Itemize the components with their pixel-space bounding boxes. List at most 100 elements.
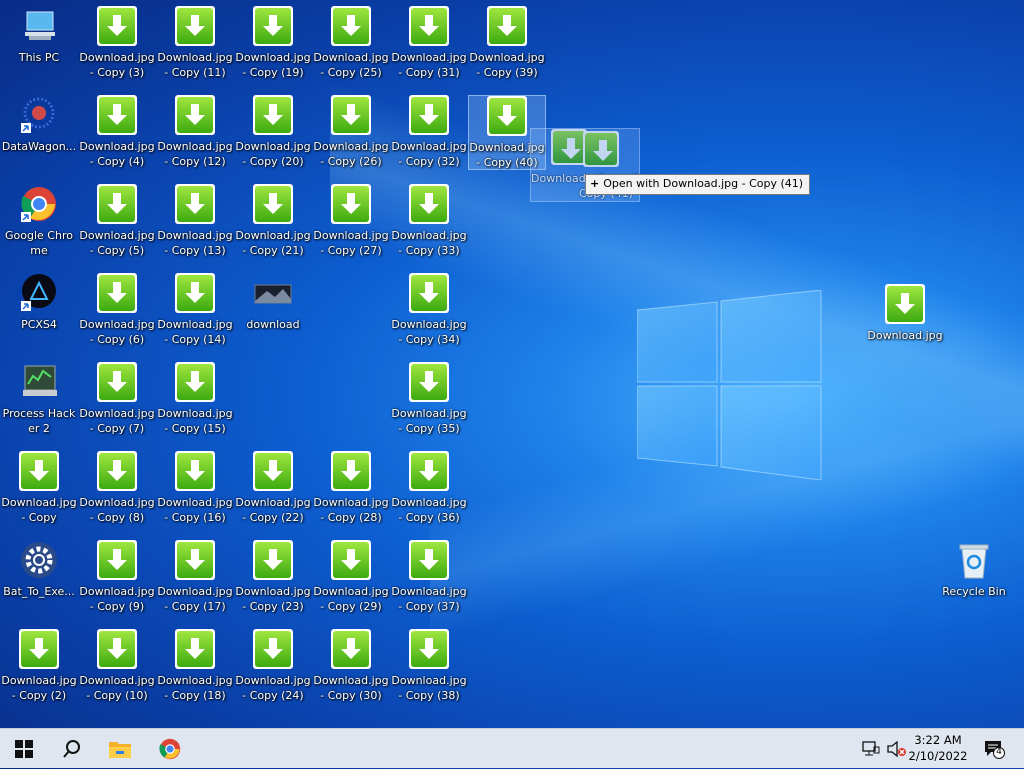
desktop-icon-label: Download.jpg - Copy (20)	[235, 140, 311, 168]
desktop-icon-download-image[interactable]: download	[234, 273, 312, 332]
desktop-icon-label: Download.jpg - Copy (11)	[157, 51, 233, 79]
desktop-icon-download-copy-4[interactable]: Download.jpg - Copy (4)	[78, 95, 156, 169]
desktop-icon-recycle-bin[interactable]: Recycle Bin	[935, 540, 1013, 599]
desktop-icon-label: Google Chrome	[5, 229, 73, 257]
desktop-icon-label: Download.jpg - Copy (34)	[391, 318, 467, 346]
desktop-icon-download-copy-15[interactable]: Download.jpg - Copy (15)	[156, 362, 234, 436]
desktop-icon-label: PCXS4	[21, 318, 57, 331]
desktop-icon-label: Download.jpg	[867, 329, 943, 342]
desktop[interactable]: This PC DataWagon... Google Chrome PCXS4…	[0, 0, 1024, 728]
desktop-icon-download-copy-19[interactable]: Download.jpg - Copy (19)	[234, 6, 312, 80]
chrome-taskbar-button[interactable]	[146, 729, 194, 769]
datawagon-icon	[19, 95, 59, 135]
process-hacker-icon	[19, 362, 59, 402]
download-file-icon	[331, 184, 371, 224]
desktop-icon-download-copy-23[interactable]: Download.jpg - Copy (23)	[234, 540, 312, 614]
download-file-icon	[331, 540, 371, 580]
desktop-icon-download-copy-34[interactable]: Download.jpg - Copy (34)	[390, 273, 468, 347]
desktop-icon-label: Download.jpg - Copy (9)	[79, 585, 155, 613]
download-file-icon	[253, 540, 293, 580]
desktop-icon-download-copy-38[interactable]: Download.jpg - Copy (38)	[390, 629, 468, 703]
taskbar: 3:22 AM 2/10/2022 4	[0, 728, 1024, 768]
desktop-icon-download-copy-3[interactable]: Download.jpg - Copy (3)	[78, 6, 156, 80]
desktop-icon-label: Download.jpg - Copy (25)	[313, 51, 389, 79]
desktop-icon-download-copy-27[interactable]: Download.jpg - Copy (27)	[312, 184, 390, 258]
desktop-icon-label: Download.jpg - Copy (3)	[79, 51, 155, 79]
desktop-icon-label: download	[246, 318, 300, 331]
desktop-icon-download-copy-39[interactable]: Download.jpg - Copy (39)	[468, 6, 546, 80]
desktop-icon-download-copy-29[interactable]: Download.jpg - Copy (29)	[312, 540, 390, 614]
desktop-icon-download-copy-20[interactable]: Download.jpg - Copy (20)	[234, 95, 312, 169]
desktop-icon-bat-to-exe[interactable]: Bat_To_Exe...	[0, 540, 78, 599]
wallpaper-windows-logo	[637, 290, 822, 480]
desktop-icon-download-copy-33[interactable]: Download.jpg - Copy (33)	[390, 184, 468, 258]
action-center-button[interactable]: 4	[978, 729, 1010, 769]
desktop-icon-download-copy-36[interactable]: Download.jpg - Copy (36)	[390, 451, 468, 525]
desktop-icon-download-copy-17[interactable]: Download.jpg - Copy (17)	[156, 540, 234, 614]
desktop-icon-download-copy-35[interactable]: Download.jpg - Copy (35)	[390, 362, 468, 436]
desktop-icon-download-copy-8[interactable]: Download.jpg - Copy (8)	[78, 451, 156, 525]
desktop-icon-download-copy[interactable]: Download.jpg - Copy	[0, 451, 78, 525]
desktop-icon-download-copy-18[interactable]: Download.jpg - Copy (18)	[156, 629, 234, 703]
desktop-icon-label: Download.jpg - Copy (37)	[391, 585, 467, 613]
desktop-icon-label: Download.jpg - Copy (18)	[157, 674, 233, 702]
desktop-icon-label: Download.jpg - Copy (24)	[235, 674, 311, 702]
download-file-icon	[253, 451, 293, 491]
desktop-icon-label: Download.jpg - Copy (14)	[157, 318, 233, 346]
desktop-icon-download-copy-37[interactable]: Download.jpg - Copy (37)	[390, 540, 468, 614]
desktop-icon-download-copy-13[interactable]: Download.jpg - Copy (13)	[156, 184, 234, 258]
desktop-icon-datawagon[interactable]: DataWagon...	[0, 95, 78, 154]
desktop-icon-download-copy-31[interactable]: Download.jpg - Copy (31)	[390, 6, 468, 80]
plus-icon: +	[590, 177, 600, 190]
desktop-icon-download-copy-5[interactable]: Download.jpg - Copy (5)	[78, 184, 156, 258]
download-file-icon	[331, 6, 371, 46]
download-file-icon	[97, 184, 137, 224]
desktop-icon-download-copy-6[interactable]: Download.jpg - Copy (6)	[78, 273, 156, 347]
recycle-bin-icon	[954, 540, 994, 580]
download-file-icon	[175, 95, 215, 135]
desktop-icon-download-copy-30[interactable]: Download.jpg - Copy (30)	[312, 629, 390, 703]
download-file-icon	[175, 362, 215, 402]
desktop-icon-label: Download.jpg - Copy (21)	[235, 229, 311, 257]
download-file-icon	[487, 6, 527, 46]
desktop-icon-label: Download.jpg - Copy (38)	[391, 674, 467, 702]
desktop-icon-label: Download.jpg - Copy (32)	[391, 140, 467, 168]
desktop-icon-google-chrome[interactable]: Google Chrome	[0, 184, 78, 258]
desktop-icon-label: Bat_To_Exe...	[3, 585, 75, 598]
desktop-icon-download-copy-28[interactable]: Download.jpg - Copy (28)	[312, 451, 390, 525]
desktop-icon-download-copy-2[interactable]: Download.jpg - Copy (2)	[0, 629, 78, 703]
desktop-icon-download-copy-7[interactable]: Download.jpg - Copy (7)	[78, 362, 156, 436]
download-file-icon	[175, 540, 215, 580]
search-button[interactable]	[48, 729, 96, 769]
desktop-icon-download-copy-9[interactable]: Download.jpg - Copy (9)	[78, 540, 156, 614]
desktop-icon-label: Process Hacker 2	[2, 407, 76, 435]
desktop-icon-download-copy-22[interactable]: Download.jpg - Copy (22)	[234, 451, 312, 525]
desktop-icon-download-copy-16[interactable]: Download.jpg - Copy (16)	[156, 451, 234, 525]
desktop-icon-download-copy-12[interactable]: Download.jpg - Copy (12)	[156, 95, 234, 169]
desktop-icon-process-hacker[interactable]: Process Hacker 2	[0, 362, 78, 436]
download-file-icon	[175, 273, 215, 313]
desktop-icon-download-copy-10[interactable]: Download.jpg - Copy (10)	[78, 629, 156, 703]
desktop-icon-download-copy-24[interactable]: Download.jpg - Copy (24)	[234, 629, 312, 703]
desktop-icon-label: DataWagon...	[1, 140, 77, 153]
windows-start-icon	[15, 740, 33, 758]
desktop-icon-label: Download.jpg - Copy	[1, 496, 77, 524]
taskbar-clock[interactable]: 3:22 AM 2/10/2022	[906, 732, 970, 764]
desktop-icon-label: Download.jpg - Copy (26)	[313, 140, 389, 168]
desktop-icon-download-copy-32[interactable]: Download.jpg - Copy (32)	[390, 95, 468, 169]
download-file-icon	[253, 629, 293, 669]
desktop-icon-download-jpg[interactable]: Download.jpg	[866, 284, 944, 343]
file-explorer-button[interactable]	[96, 729, 144, 769]
desktop-icon-download-copy-25[interactable]: Download.jpg - Copy (25)	[312, 6, 390, 80]
desktop-icon-download-copy-21[interactable]: Download.jpg - Copy (21)	[234, 184, 312, 258]
desktop-icon-download-copy-14[interactable]: Download.jpg - Copy (14)	[156, 273, 234, 347]
start-button[interactable]	[0, 729, 48, 769]
desktop-icon-download-copy-26[interactable]: Download.jpg - Copy (26)	[312, 95, 390, 169]
image-thumbnail-icon	[253, 273, 293, 313]
desktop-icon-pcxs4[interactable]: PCXS4	[0, 273, 78, 332]
download-file-icon	[97, 629, 137, 669]
desktop-icon-download-copy-11[interactable]: Download.jpg - Copy (11)	[156, 6, 234, 80]
desktop-icon-this-pc[interactable]: This PC	[0, 6, 78, 65]
network-tray-button[interactable]	[858, 729, 884, 769]
search-icon	[63, 740, 80, 758]
